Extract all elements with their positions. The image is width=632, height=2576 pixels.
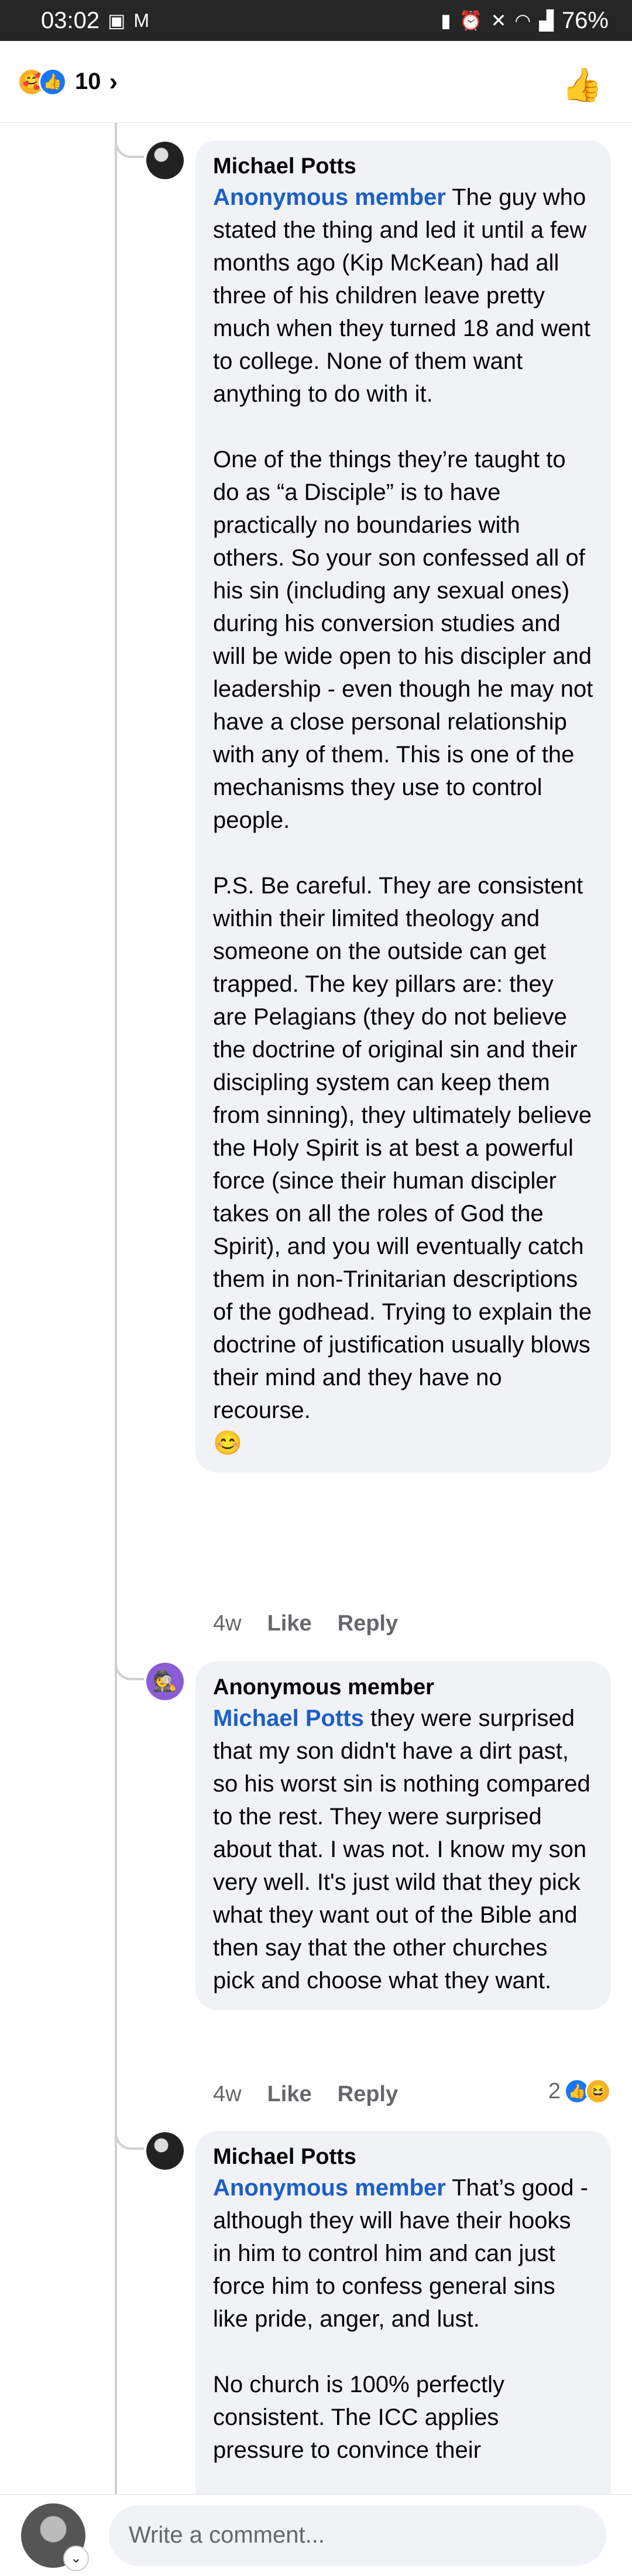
- comment-actions: 4w Like Reply: [213, 1611, 398, 1636]
- user-avatar[interactable]: ⌄: [21, 2503, 89, 2571]
- comment-author[interactable]: Michael Potts: [213, 2143, 593, 2171]
- avatar[interactable]: [146, 142, 184, 179]
- reply-connector: [115, 135, 144, 158]
- reply-connector: [115, 1657, 144, 1680]
- comment-bubble[interactable]: Michael Potts Anonymous member That’s go…: [195, 2131, 611, 2541]
- post-reactions-button[interactable]: 🥰 👍 10 ›: [18, 67, 118, 97]
- mention-tag[interactable]: Michael Potts: [213, 1705, 364, 1731]
- mention-tag[interactable]: Anonymous member: [213, 184, 446, 210]
- comment-text: Anonymous member The guy who stated the …: [213, 181, 593, 1460]
- haha-reaction-icon: 😆: [585, 2078, 611, 2104]
- comment-reactions[interactable]: 2 👍 😆: [548, 2078, 611, 2104]
- mention-tag[interactable]: Anonymous member: [213, 2175, 446, 2201]
- gmail-icon: M: [133, 10, 149, 31]
- comment-author[interactable]: Anonymous member: [213, 1673, 593, 1702]
- signal-icon: ▟: [539, 10, 554, 31]
- chevron-down-icon[interactable]: ⌄: [63, 2545, 89, 2571]
- status-right: ▮ ⏰ ✕ ◠ ▟ 76%: [441, 8, 609, 34]
- comment-time: 4w: [213, 2082, 242, 2106]
- comment-actions: 4w Like Reply: [213, 2082, 398, 2107]
- comment-bubble[interactable]: Michael Potts Anonymous member The guy w…: [195, 141, 611, 1473]
- like-button[interactable]: Like: [267, 2082, 312, 2107]
- comment-reaction-count: 2: [548, 2078, 561, 2104]
- comment-author[interactable]: Michael Potts: [213, 152, 593, 181]
- comment-bubble[interactable]: Anonymous member Michael Potts they were…: [195, 1662, 611, 2010]
- comment-body: The guy who stated the thing and led it …: [213, 184, 593, 1457]
- comment-body: That’s good - although they will have th…: [213, 2175, 588, 2464]
- like-button[interactable]: Like: [267, 1611, 312, 1636]
- comment-input[interactable]: [109, 2505, 606, 2566]
- comment-body: they were surprised that my son didn't h…: [213, 1705, 597, 1994]
- alarm-icon: ⏰: [459, 10, 483, 31]
- like-reaction-icon: 👍: [39, 67, 67, 96]
- reply-button[interactable]: Reply: [338, 1611, 398, 1636]
- comment-composer: ⌄: [0, 2494, 632, 2576]
- battery-percent: 76%: [561, 7, 609, 33]
- status-time: 03:02: [41, 7, 100, 33]
- comment-text: Anonymous member That’s good - although …: [213, 2171, 593, 2467]
- avatar[interactable]: [146, 2132, 184, 2170]
- anonymous-avatar-icon[interactable]: 🕵: [146, 1663, 184, 1700]
- status-left: 03:02 ▣ M: [41, 8, 149, 34]
- comment-time: 4w: [213, 1611, 242, 1636]
- comment-text: Michael Potts they were surprised that m…: [213, 1702, 593, 1997]
- wifi-icon: ◠: [514, 10, 531, 31]
- like-post-icon[interactable]: 👍: [562, 66, 603, 104]
- reply-connector: [115, 2126, 144, 2150]
- reply-button[interactable]: Reply: [338, 2082, 398, 2107]
- chevron-right-icon: ›: [109, 67, 118, 96]
- comments-header: 🥰 👍 10 › 👍: [0, 41, 632, 123]
- reaction-count: 10: [75, 68, 101, 94]
- status-bar: 03:02 ▣ M ▮ ⏰ ✕ ◠ ▟ 76%: [0, 0, 632, 41]
- mute-icon: ✕: [490, 10, 507, 31]
- image-icon: ▣: [108, 10, 126, 31]
- battery-saver-icon: ▮: [441, 10, 451, 31]
